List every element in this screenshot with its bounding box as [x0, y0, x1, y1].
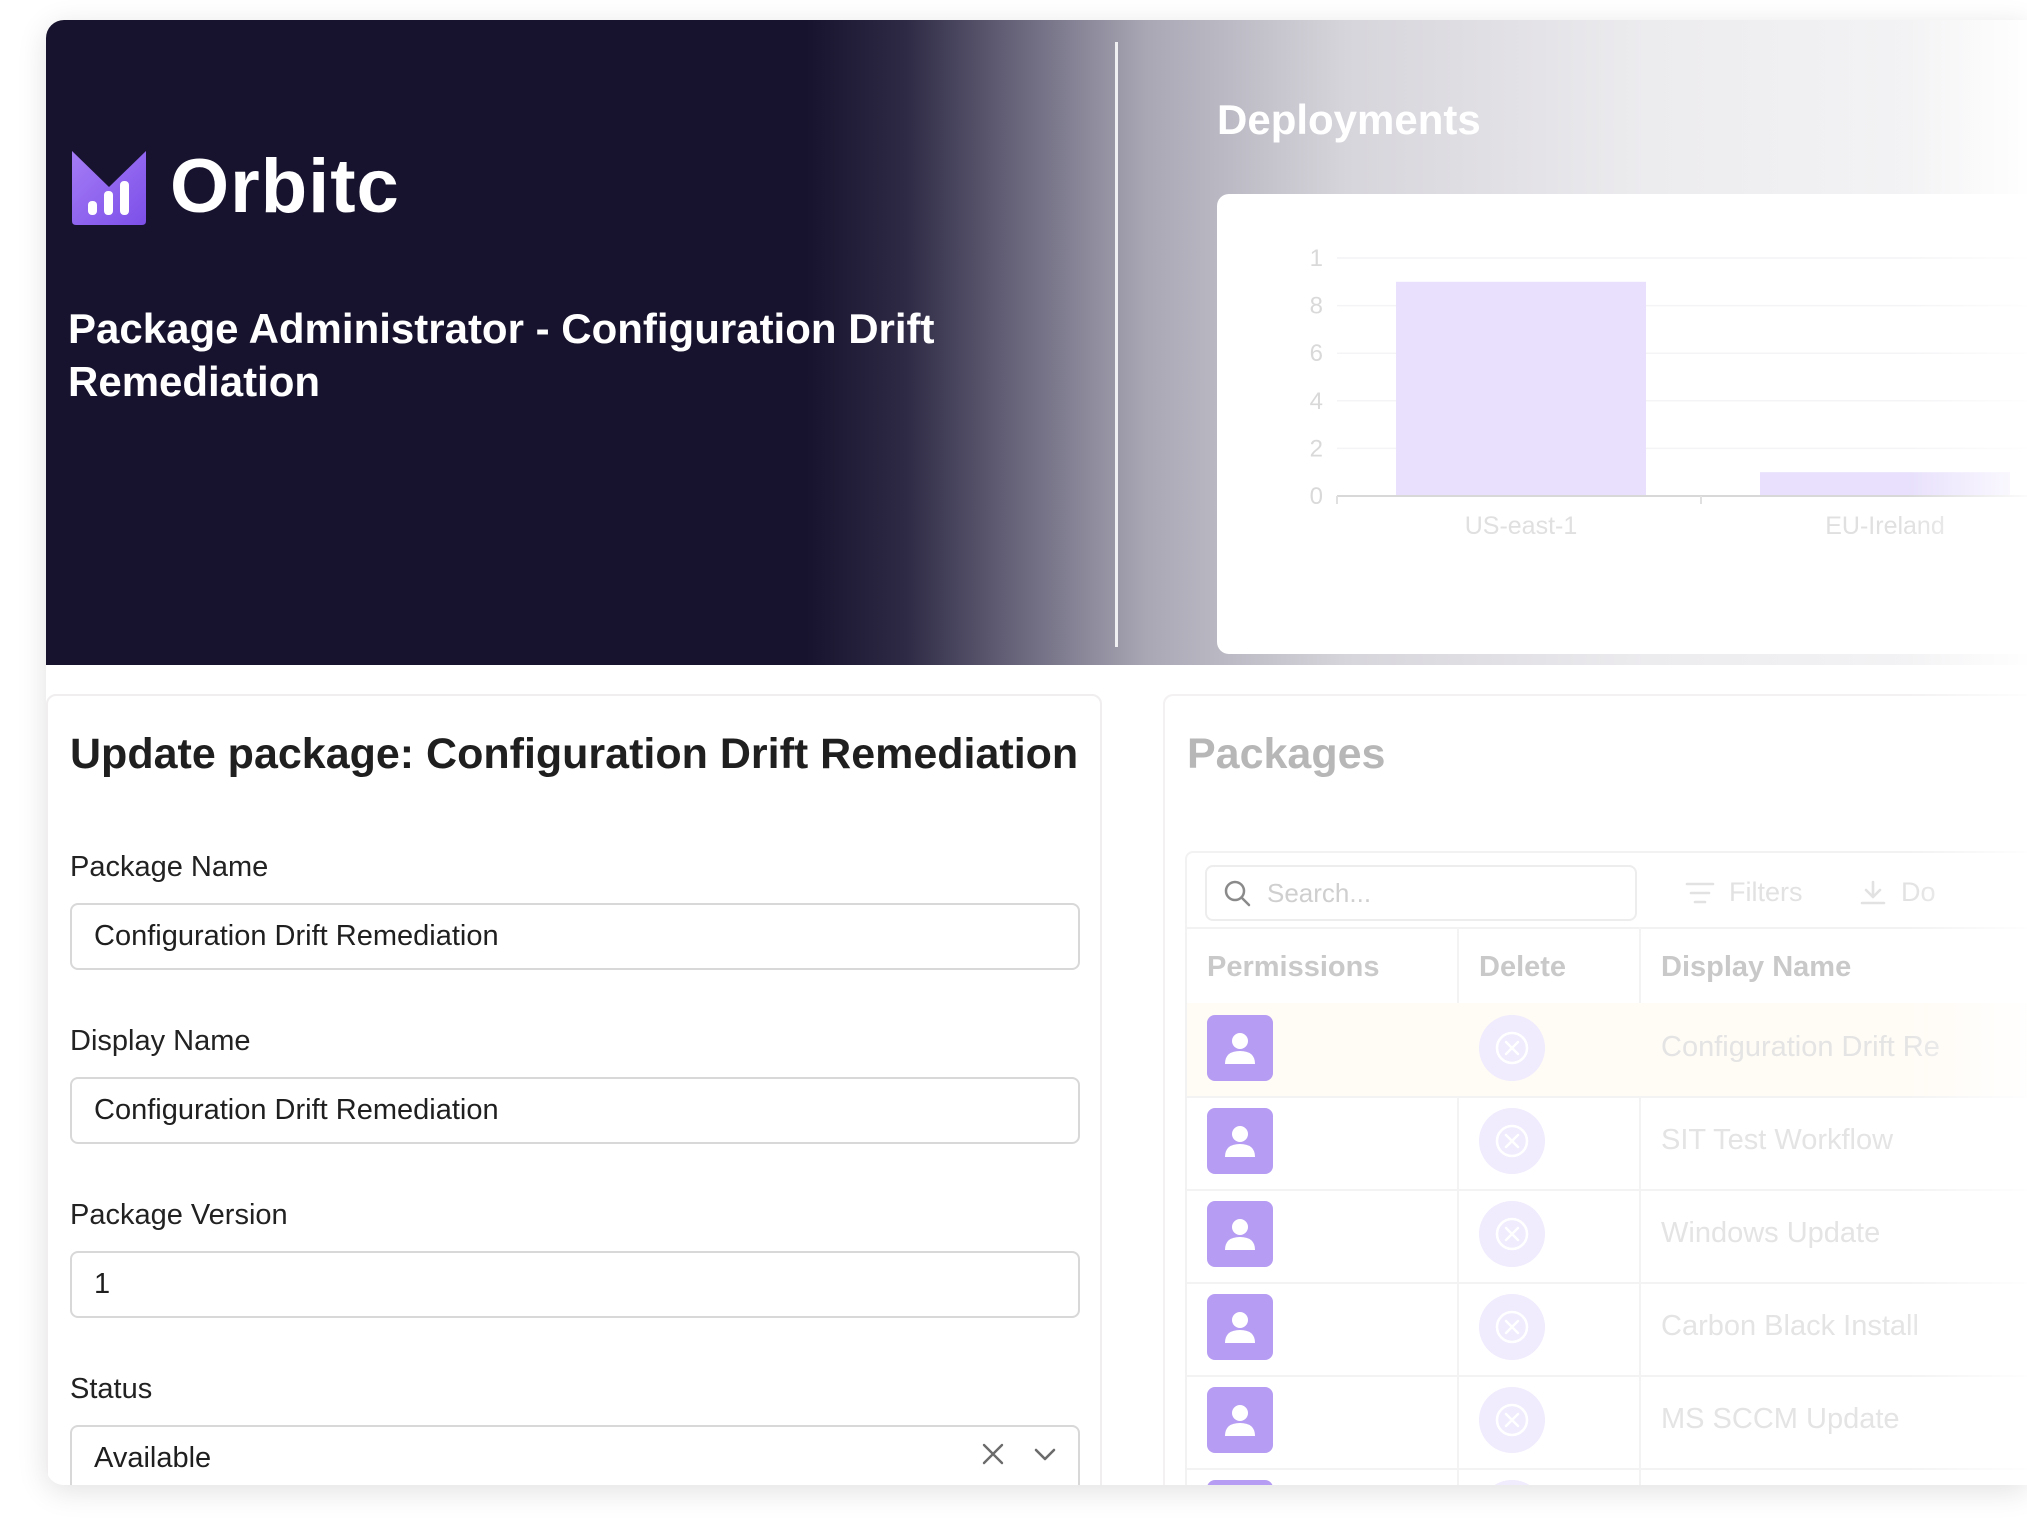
chart-x-tick-label: EU-Ireland — [1825, 512, 1945, 540]
display-name-cell: MS SCCM Update — [1661, 1403, 1900, 1435]
user-icon — [1225, 1312, 1255, 1343]
delete-button[interactable] — [1479, 1015, 1545, 1081]
search-input[interactable] — [1265, 876, 1609, 910]
delete-circle-x-icon — [1495, 1031, 1529, 1065]
package-name-field[interactable]: Configuration Drift Remediation — [70, 903, 1080, 970]
delete-circle-x-icon — [1495, 1403, 1529, 1437]
filter-icon — [1685, 882, 1715, 903]
table-row[interactable]: MS SCCM Update — [1187, 1375, 2027, 1470]
status-label: Status — [70, 1373, 153, 1405]
table-row[interactable]: Carbon Black Install — [1187, 1282, 2027, 1377]
table-row[interactable]: SIT Test Workflow — [1187, 1096, 2027, 1191]
display-name-label: Display Name — [70, 1025, 251, 1057]
update-package-form: Update package: Configuration Drift Reme… — [46, 694, 1102, 1485]
brand-name: Orbitc — [170, 144, 400, 229]
delete-button[interactable] — [1479, 1201, 1545, 1267]
app-window: Orbitc Package Administrator - Configura… — [46, 20, 2027, 1485]
chevron-down-icon[interactable] — [1032, 1441, 1058, 1467]
column-header-delete[interactable]: Delete — [1479, 951, 1566, 984]
chart-bars — [1396, 281, 2010, 496]
permissions-button[interactable] — [1207, 1387, 1273, 1453]
delete-circle-x-icon — [1495, 1310, 1529, 1344]
packages-table: Filters Do Permissions Delete Display Na… — [1185, 851, 2027, 1485]
user-icon — [1225, 1033, 1255, 1064]
form-heading: Update package: Configuration Drift Reme… — [70, 730, 1079, 778]
status-value: Available — [94, 1442, 212, 1474]
chart-y-tick-label: 6 — [1310, 340, 1323, 367]
permissions-button[interactable] — [1207, 1201, 1273, 1267]
table-row[interactable] — [1187, 1468, 2027, 1485]
download-label: Do — [1901, 877, 1936, 907]
table-row[interactable]: Configuration Drift Re — [1187, 1003, 2027, 1098]
chart-bar[interactable] — [1396, 281, 1646, 496]
hero-divider — [1115, 42, 1118, 647]
display-name-cell: Windows Update — [1661, 1217, 1881, 1249]
filters-button[interactable]: Filters — [1685, 877, 1803, 908]
delete-circle-x-icon — [1495, 1124, 1529, 1158]
chart-y-tick-label: 8 — [1310, 293, 1323, 320]
chart-y-axis: 0 2 4 6 8 1 — [1310, 245, 1323, 510]
chart-bar[interactable] — [1760, 472, 2010, 496]
display-name-cell: SIT Test Workflow — [1661, 1124, 1894, 1156]
orbitc-logo-icon — [72, 150, 146, 225]
permissions-button[interactable] — [1207, 1480, 1273, 1485]
package-name-value: Configuration Drift Remediation — [94, 920, 499, 952]
deployments-chart-card: 0 2 4 6 8 1 US-east-1 EU-Ireland — [1217, 194, 2027, 654]
delete-circle-x-icon — [1495, 1217, 1529, 1251]
delete-button[interactable] — [1479, 1387, 1545, 1453]
package-version-field[interactable]: 1 — [70, 1251, 1080, 1318]
column-header-permissions[interactable]: Permissions — [1207, 951, 1379, 984]
table-row[interactable]: Windows Update — [1187, 1189, 2027, 1284]
chart-y-tick-label: 2 — [1310, 435, 1323, 462]
delete-button[interactable] — [1479, 1294, 1545, 1360]
chart-y-tick-label: 0 — [1310, 483, 1323, 510]
permissions-button[interactable] — [1207, 1015, 1273, 1081]
chart-x-axis: US-east-1 EU-Ireland — [1336, 495, 2027, 540]
package-version-label: Package Version — [70, 1199, 288, 1231]
filters-label: Filters — [1729, 877, 1803, 907]
display-name-cell: Configuration Drift Re — [1661, 1031, 1940, 1063]
status-select[interactable]: Available — [70, 1425, 1080, 1485]
deployments-title: Deployments — [1217, 96, 1481, 143]
chart-y-tick-label: 1 — [1310, 245, 1323, 272]
user-icon — [1225, 1126, 1255, 1157]
clear-icon[interactable] — [980, 1441, 1006, 1467]
packages-card: Packages Filters Do — [1163, 694, 2027, 1485]
delete-button[interactable] — [1479, 1480, 1545, 1485]
search-box[interactable] — [1205, 865, 1637, 921]
user-icon — [1225, 1219, 1255, 1250]
column-header-display-name[interactable]: Display Name — [1661, 951, 1851, 984]
packages-title: Packages — [1187, 730, 1386, 778]
table-header: Permissions Delete Display Name — [1187, 927, 2027, 1005]
search-icon — [1224, 880, 1251, 907]
permissions-button[interactable] — [1207, 1108, 1273, 1174]
permissions-button[interactable] — [1207, 1294, 1273, 1360]
user-icon — [1225, 1405, 1255, 1436]
package-name-label: Package Name — [70, 851, 269, 883]
display-name-field[interactable]: Configuration Drift Remediation — [70, 1077, 1080, 1144]
display-name-value: Configuration Drift Remediation — [94, 1094, 499, 1126]
chart-x-tick-label: US-east-1 — [1465, 512, 1578, 540]
delete-button[interactable] — [1479, 1108, 1545, 1174]
hero-banner: Orbitc Package Administrator - Configura… — [46, 20, 2027, 665]
chart-y-tick-label: 4 — [1310, 388, 1323, 415]
brand: Orbitc — [68, 143, 400, 230]
download-button[interactable]: Do — [1859, 877, 1936, 908]
page-title: Package Administrator - Configuration Dr… — [68, 305, 935, 405]
download-icon — [1860, 880, 1886, 904]
package-version-value: 1 — [94, 1268, 111, 1300]
display-name-cell: Carbon Black Install — [1661, 1310, 1919, 1342]
deployments-chart: 0 2 4 6 8 1 US-east-1 EU-Ireland — [1310, 245, 2027, 540]
